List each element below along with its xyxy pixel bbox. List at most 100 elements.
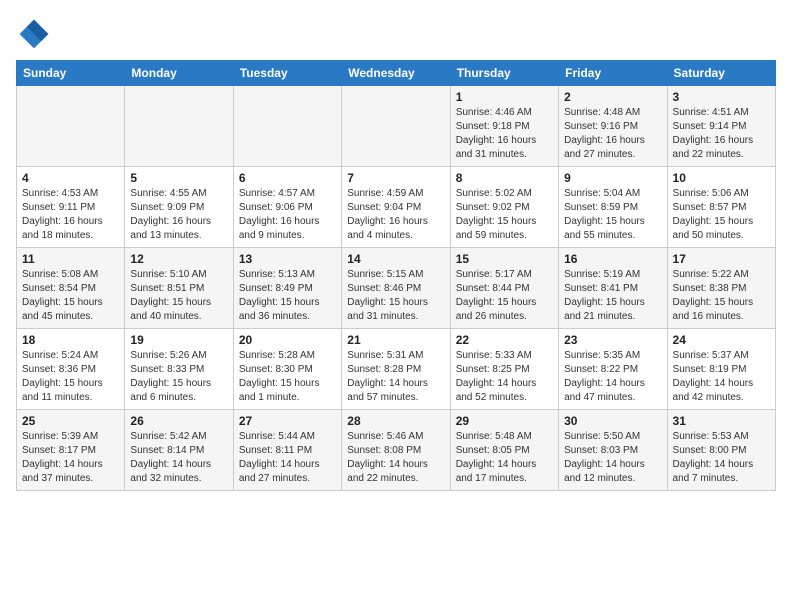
day-info: Sunrise: 5:50 AM Sunset: 8:03 PM Dayligh… (564, 430, 661, 486)
day-number: 2 (564, 90, 661, 104)
day-info: Sunrise: 5:48 AM Sunset: 8:05 PM Dayligh… (456, 430, 553, 486)
calendar-week-row: 1 Sunrise: 4:46 AM Sunset: 9:18 PM Daylig… (17, 86, 776, 167)
day-info: Sunrise: 4:53 AM Sunset: 9:11 PM Dayligh… (22, 187, 119, 243)
day-number: 20 (239, 333, 336, 347)
calendar-cell: 17 Sunrise: 5:22 AM Sunset: 8:38 PM Dayli… (667, 248, 775, 329)
day-number: 26 (130, 414, 227, 428)
day-number: 24 (673, 333, 770, 347)
day-number: 14 (347, 252, 444, 266)
day-info: Sunrise: 5:44 AM Sunset: 8:11 PM Dayligh… (239, 430, 336, 486)
calendar-cell: 30 Sunrise: 5:50 AM Sunset: 8:03 PM Dayli… (559, 410, 667, 491)
calendar-table: SundayMondayTuesdayWednesdayThursdayFrid… (16, 60, 776, 491)
day-info: Sunrise: 5:33 AM Sunset: 8:25 PM Dayligh… (456, 349, 553, 405)
day-info: Sunrise: 5:31 AM Sunset: 8:28 PM Dayligh… (347, 349, 444, 405)
day-number: 19 (130, 333, 227, 347)
day-number: 22 (456, 333, 553, 347)
day-info: Sunrise: 5:46 AM Sunset: 8:08 PM Dayligh… (347, 430, 444, 486)
day-number: 30 (564, 414, 661, 428)
calendar-cell: 19 Sunrise: 5:26 AM Sunset: 8:33 PM Dayli… (125, 329, 233, 410)
calendar-cell: 13Sunrise: 5:13 AM Sunset: 8:49 PM Dayli… (233, 248, 341, 329)
calendar-cell: 23Sunrise: 5:35 AM Sunset: 8:22 PM Dayli… (559, 329, 667, 410)
day-info: Sunrise: 5:10 AM Sunset: 8:51 PM Dayligh… (130, 268, 227, 324)
calendar-cell: 28 Sunrise: 5:46 AM Sunset: 8:08 PM Dayli… (342, 410, 450, 491)
calendar-cell (17, 86, 125, 167)
calendar-cell: 31 Sunrise: 5:53 AM Sunset: 8:00 PM Dayli… (667, 410, 775, 491)
calendar-cell: 12Sunrise: 5:10 AM Sunset: 8:51 PM Dayli… (125, 248, 233, 329)
day-number: 7 (347, 171, 444, 185)
day-info: Sunrise: 5:26 AM Sunset: 8:33 PM Dayligh… (130, 349, 227, 405)
day-number: 27 (239, 414, 336, 428)
calendar-week-row: 18 Sunrise: 5:24 AM Sunset: 8:36 PM Dayli… (17, 329, 776, 410)
day-info: Sunrise: 4:59 AM Sunset: 9:04 PM Dayligh… (347, 187, 444, 243)
calendar-cell: 22 Sunrise: 5:33 AM Sunset: 8:25 PM Dayli… (450, 329, 558, 410)
day-info: Sunrise: 5:04 AM Sunset: 8:59 PM Dayligh… (564, 187, 661, 243)
day-number: 18 (22, 333, 119, 347)
calendar-cell: 10Sunrise: 5:06 AM Sunset: 8:57 PM Dayli… (667, 167, 775, 248)
day-number: 9 (564, 171, 661, 185)
day-info: Sunrise: 5:08 AM Sunset: 8:54 PM Dayligh… (22, 268, 119, 324)
day-number: 31 (673, 414, 770, 428)
day-number: 6 (239, 171, 336, 185)
day-number: 23 (564, 333, 661, 347)
page-header (16, 16, 776, 52)
day-number: 5 (130, 171, 227, 185)
column-header-monday: Monday (125, 61, 233, 86)
calendar-cell: 2Sunrise: 4:48 AM Sunset: 9:16 PM Daylig… (559, 86, 667, 167)
day-info: Sunrise: 4:51 AM Sunset: 9:14 PM Dayligh… (673, 106, 770, 162)
calendar-cell: 1 Sunrise: 4:46 AM Sunset: 9:18 PM Daylig… (450, 86, 558, 167)
column-header-wednesday: Wednesday (342, 61, 450, 86)
day-number: 17 (673, 252, 770, 266)
day-number: 10 (673, 171, 770, 185)
calendar-cell: 9 Sunrise: 5:04 AM Sunset: 8:59 PM Daylig… (559, 167, 667, 248)
column-header-tuesday: Tuesday (233, 61, 341, 86)
calendar-cell: 3 Sunrise: 4:51 AM Sunset: 9:14 PM Daylig… (667, 86, 775, 167)
day-number: 29 (456, 414, 553, 428)
day-info: Sunrise: 4:46 AM Sunset: 9:18 PM Dayligh… (456, 106, 553, 162)
day-info: Sunrise: 4:57 AM Sunset: 9:06 PM Dayligh… (239, 187, 336, 243)
day-info: Sunrise: 5:17 AM Sunset: 8:44 PM Dayligh… (456, 268, 553, 324)
calendar-cell: 25 Sunrise: 5:39 AM Sunset: 8:17 PM Dayli… (17, 410, 125, 491)
calendar-cell: 5 Sunrise: 4:55 AM Sunset: 9:09 PM Daylig… (125, 167, 233, 248)
calendar-cell: 29 Sunrise: 5:48 AM Sunset: 8:05 PM Dayli… (450, 410, 558, 491)
day-number: 21 (347, 333, 444, 347)
day-number: 15 (456, 252, 553, 266)
day-number: 4 (22, 171, 119, 185)
day-number: 25 (22, 414, 119, 428)
column-header-sunday: Sunday (17, 61, 125, 86)
calendar-cell: 18 Sunrise: 5:24 AM Sunset: 8:36 PM Dayli… (17, 329, 125, 410)
calendar-cell: 20 Sunrise: 5:28 AM Sunset: 8:30 PM Dayli… (233, 329, 341, 410)
day-info: Sunrise: 5:53 AM Sunset: 8:00 PM Dayligh… (673, 430, 770, 486)
day-info: Sunrise: 5:28 AM Sunset: 8:30 PM Dayligh… (239, 349, 336, 405)
calendar-cell: 8 Sunrise: 5:02 AM Sunset: 9:02 PM Daylig… (450, 167, 558, 248)
day-info: Sunrise: 5:19 AM Sunset: 8:41 PM Dayligh… (564, 268, 661, 324)
day-number: 8 (456, 171, 553, 185)
day-info: Sunrise: 5:39 AM Sunset: 8:17 PM Dayligh… (22, 430, 119, 486)
calendar-cell: 21 Sunrise: 5:31 AM Sunset: 8:28 PM Dayli… (342, 329, 450, 410)
calendar-cell: 26 Sunrise: 5:42 AM Sunset: 8:14 PM Dayli… (125, 410, 233, 491)
calendar-cell (125, 86, 233, 167)
calendar-cell (342, 86, 450, 167)
column-header-friday: Friday (559, 61, 667, 86)
day-info: Sunrise: 5:15 AM Sunset: 8:46 PM Dayligh… (347, 268, 444, 324)
day-info: Sunrise: 5:02 AM Sunset: 9:02 PM Dayligh… (456, 187, 553, 243)
logo (16, 16, 56, 52)
day-number: 1 (456, 90, 553, 104)
day-info: Sunrise: 5:13 AM Sunset: 8:49 PM Dayligh… (239, 268, 336, 324)
calendar-cell: 24Sunrise: 5:37 AM Sunset: 8:19 PM Dayli… (667, 329, 775, 410)
calendar-cell: 11 Sunrise: 5:08 AM Sunset: 8:54 PM Dayli… (17, 248, 125, 329)
calendar-cell: 16Sunrise: 5:19 AM Sunset: 8:41 PM Dayli… (559, 248, 667, 329)
day-info: Sunrise: 5:24 AM Sunset: 8:36 PM Dayligh… (22, 349, 119, 405)
day-info: Sunrise: 4:55 AM Sunset: 9:09 PM Dayligh… (130, 187, 227, 243)
logo-icon (16, 16, 52, 52)
day-number: 28 (347, 414, 444, 428)
day-number: 3 (673, 90, 770, 104)
calendar-week-row: 25 Sunrise: 5:39 AM Sunset: 8:17 PM Dayli… (17, 410, 776, 491)
calendar-cell: 15 Sunrise: 5:17 AM Sunset: 8:44 PM Dayli… (450, 248, 558, 329)
day-info: Sunrise: 5:22 AM Sunset: 8:38 PM Dayligh… (673, 268, 770, 324)
column-header-thursday: Thursday (450, 61, 558, 86)
calendar-cell: 27 Sunrise: 5:44 AM Sunset: 8:11 PM Dayli… (233, 410, 341, 491)
day-info: Sunrise: 5:42 AM Sunset: 8:14 PM Dayligh… (130, 430, 227, 486)
column-header-saturday: Saturday (667, 61, 775, 86)
day-number: 11 (22, 252, 119, 266)
calendar-header-row: SundayMondayTuesdayWednesdayThursdayFrid… (17, 61, 776, 86)
